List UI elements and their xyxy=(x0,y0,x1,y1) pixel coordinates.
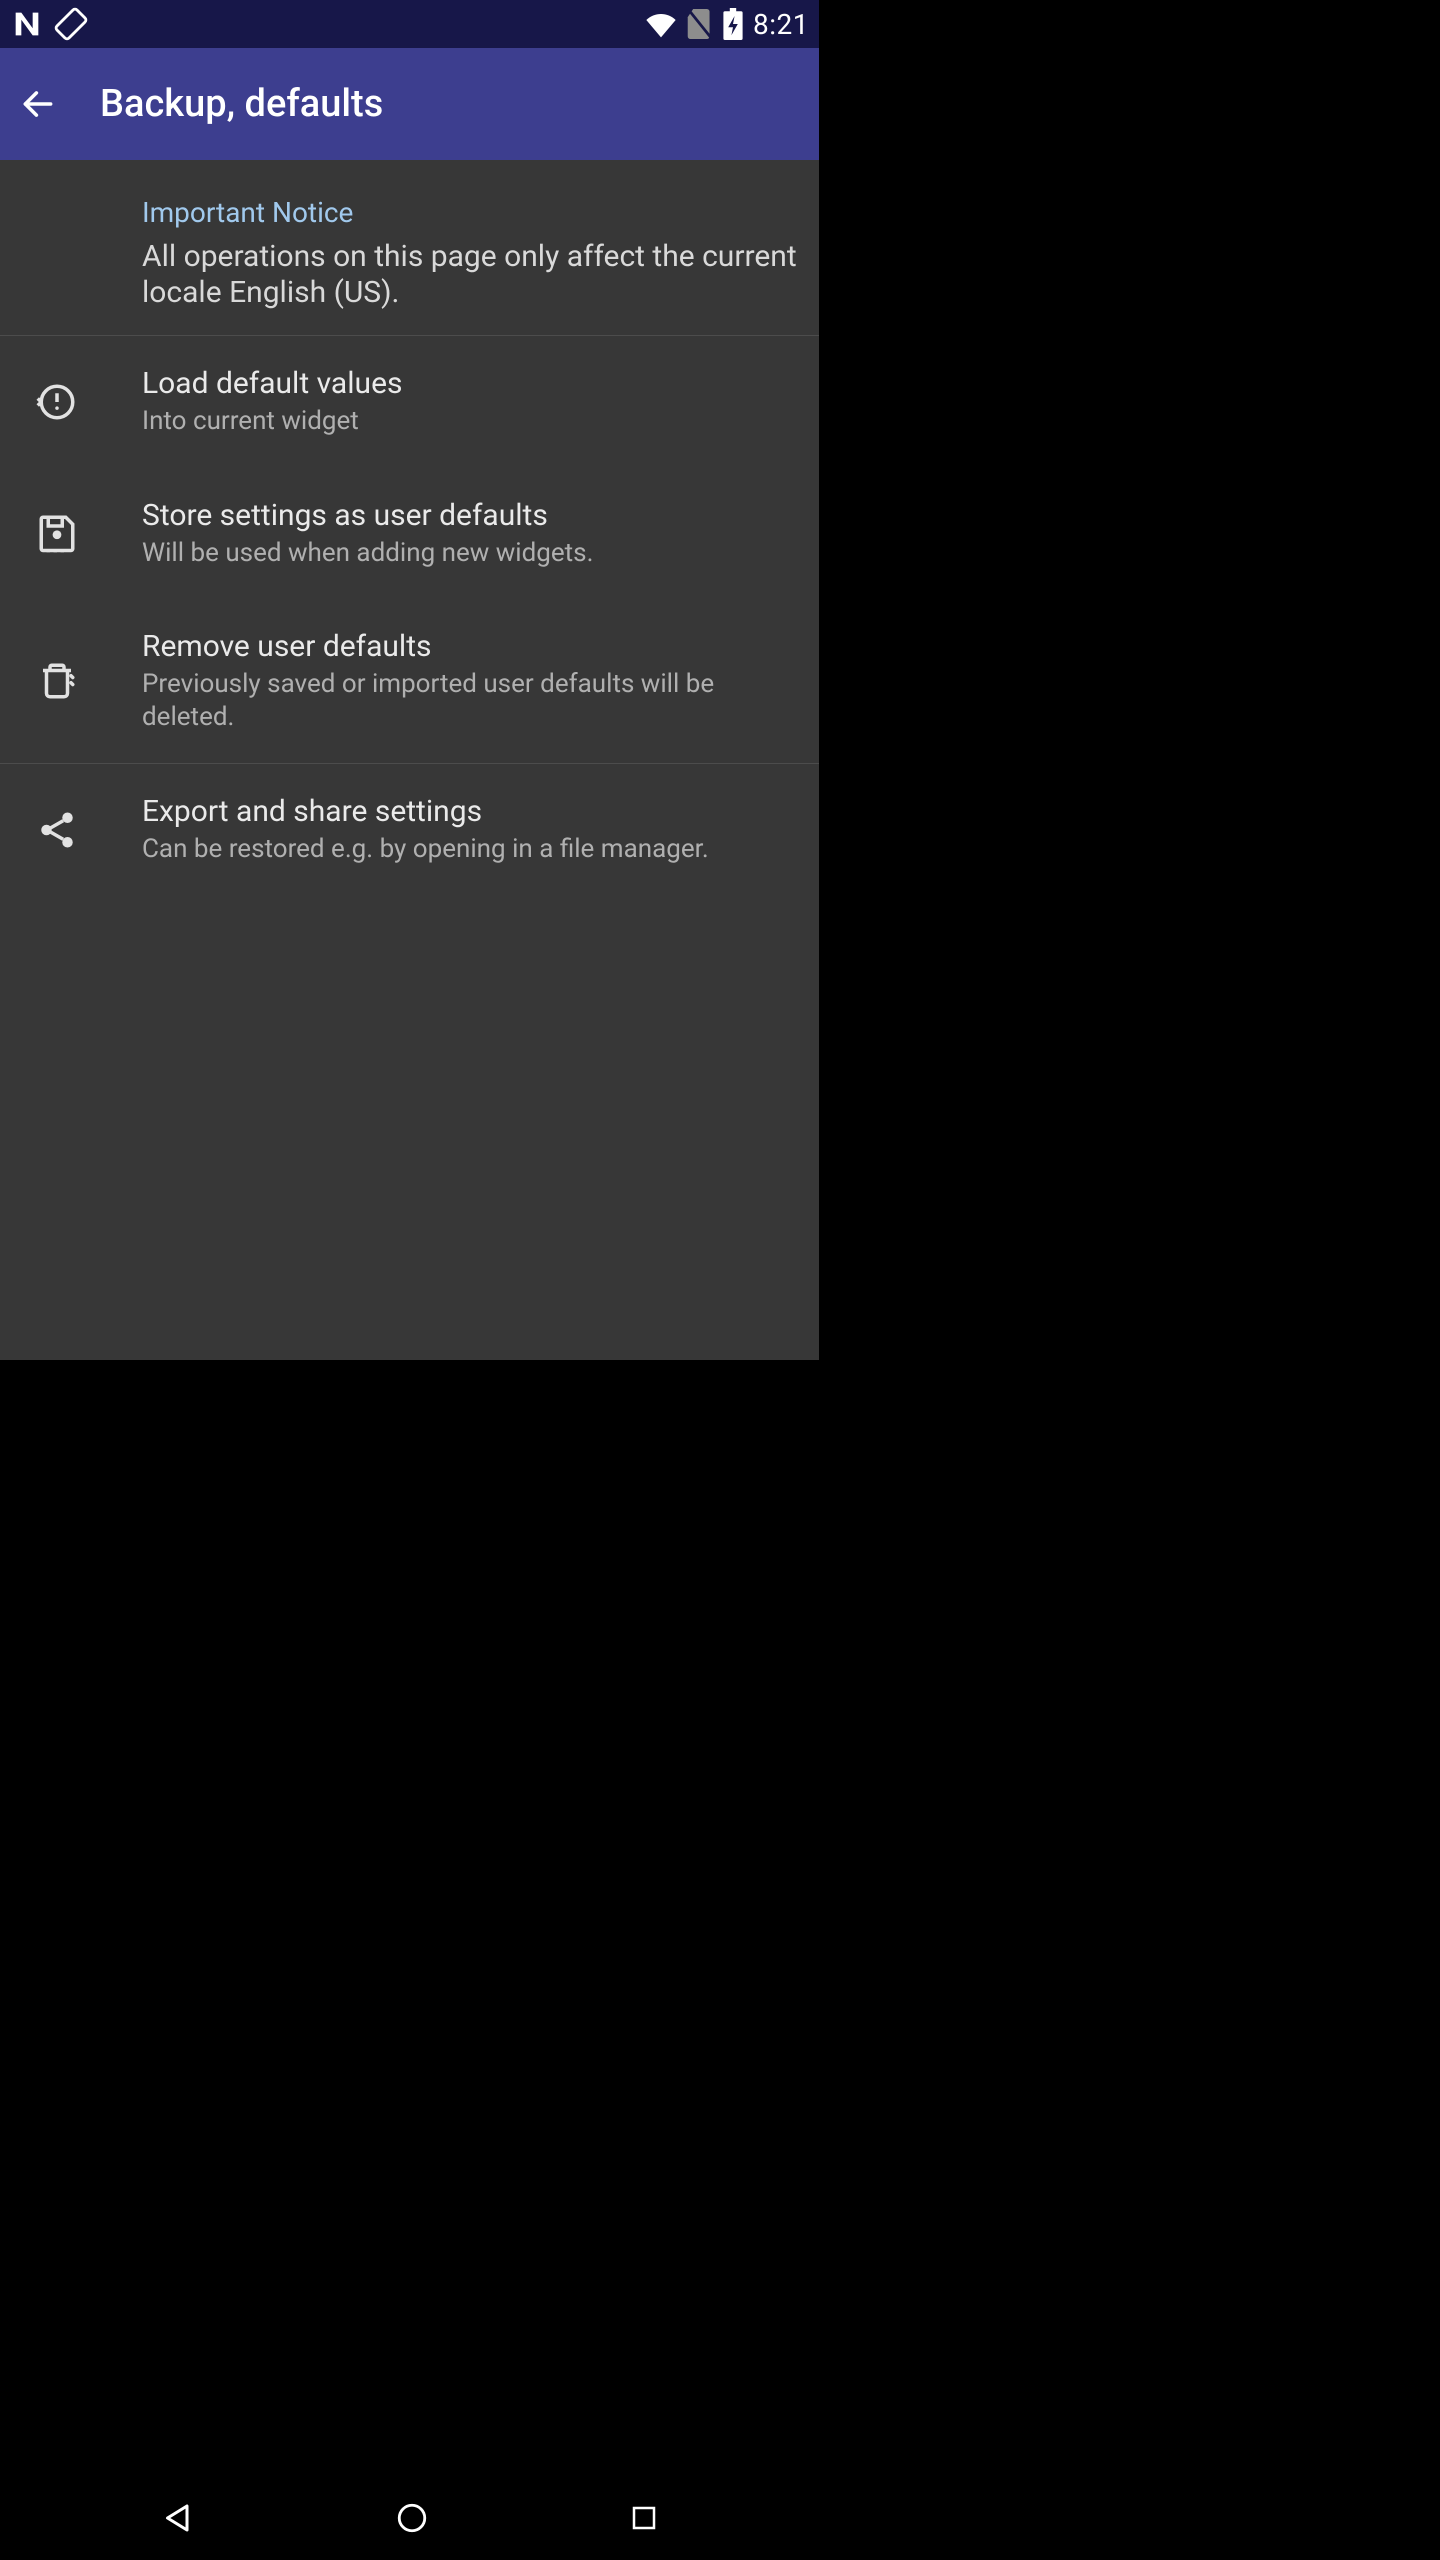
item-text: Export and share settings Can be restore… xyxy=(142,794,799,866)
page-title: Backup, defaults xyxy=(100,82,383,126)
item-title: Remove user defaults xyxy=(142,629,799,664)
share-icon xyxy=(28,809,86,851)
item-text: Remove user defaults Previously saved or… xyxy=(142,629,799,733)
settings-content: Important Notice All operations on this … xyxy=(0,160,819,1360)
autorotate-icon xyxy=(54,7,88,41)
status-clock: 8:21 xyxy=(753,8,809,41)
status-right: 8:21 xyxy=(645,8,809,41)
item-remove-defaults[interactable]: Remove user defaults Previously saved or… xyxy=(0,599,819,764)
item-text: Load default values Into current widget xyxy=(142,366,799,438)
item-text: Store settings as user defaults Will be … xyxy=(142,498,799,570)
back-button[interactable] xyxy=(18,84,58,124)
battery-charging-icon xyxy=(723,8,743,40)
item-subtitle: Will be used when adding new widgets. xyxy=(142,537,799,570)
important-notice: Important Notice All operations on this … xyxy=(0,160,819,336)
n-icon xyxy=(10,7,44,41)
item-store-defaults[interactable]: Store settings as user defaults Will be … xyxy=(0,468,819,600)
wifi-icon xyxy=(645,10,677,38)
app-bar: Backup, defaults xyxy=(0,48,819,160)
item-subtitle: Previously saved or imported user defaul… xyxy=(142,668,799,733)
notice-text: All operations on this page only affect … xyxy=(142,239,799,311)
item-title: Load default values xyxy=(142,366,799,401)
status-left xyxy=(10,7,88,41)
item-subtitle: Into current widget xyxy=(142,405,799,438)
nav-back-button[interactable] xyxy=(160,2500,196,2540)
item-title: Store settings as user defaults xyxy=(142,498,799,533)
item-load-defaults[interactable]: Load default values Into current widget xyxy=(0,336,819,468)
item-subtitle: Can be restored e.g. by opening in a fil… xyxy=(142,833,799,866)
save-icon xyxy=(28,512,86,554)
status-bar: 8:21 xyxy=(0,0,819,48)
nav-home-button[interactable] xyxy=(395,2501,429,2539)
restore-icon xyxy=(28,381,86,423)
navigation-bar xyxy=(0,2480,819,2560)
trash-icon xyxy=(28,660,86,702)
item-title: Export and share settings xyxy=(142,794,799,829)
notice-title: Important Notice xyxy=(142,196,799,229)
no-sim-icon xyxy=(687,9,713,39)
nav-recent-button[interactable] xyxy=(629,2503,659,2537)
item-export-share[interactable]: Export and share settings Can be restore… xyxy=(0,764,819,896)
